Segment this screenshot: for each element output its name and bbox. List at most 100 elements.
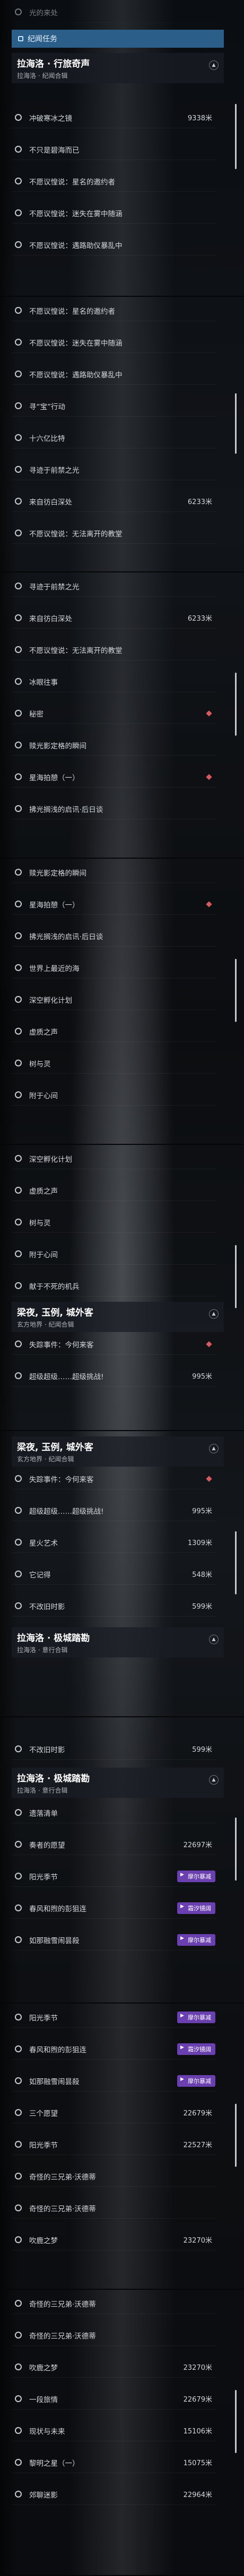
quest-group-header[interactable]: 拉海洛 · 行旅奇声 拉海洛 · 纪闻合辑 ▲ bbox=[12, 53, 224, 83]
quest-panel: 梁夜, 玉例, 城外客 玄方地界 · 纪闻合辑 ▲ 深空孵化计划 虚质之声树与灵附于心间… bbox=[0, 1145, 244, 1431]
quest-item[interactable]: 不愿议惶说：无法离开的教堂 bbox=[12, 639, 216, 660]
category-header-main-quest[interactable]: 纪闻任务 bbox=[12, 30, 224, 48]
quest-item[interactable]: 奇怪的三兄弟·沃德蒂 bbox=[12, 2198, 216, 2219]
quest-item[interactable]: 十六亿比特 bbox=[12, 427, 216, 448]
quest-item[interactable]: 失踪事件：今何来客 bbox=[12, 1334, 216, 1355]
quest-item[interactable]: 不愿议惶说：遇路助仪暴乱中 bbox=[12, 364, 216, 385]
quest-item[interactable]: 光的来处 bbox=[12, 2, 216, 23]
quest-item[interactable]: 深空孵化计划 bbox=[12, 1148, 216, 1169]
quest-item[interactable]: 超级超级……超级挑战! 995米 bbox=[12, 1500, 216, 1521]
quest-title: 不愿议惶说：无法离开的教堂 bbox=[29, 646, 123, 655]
quest-item[interactable]: 失踪事件：今何来客 bbox=[12, 1468, 216, 1489]
quest-item[interactable]: 寻迹于前禁之光 bbox=[12, 576, 216, 597]
quest-item[interactable]: 春风和煦的彭狙连 霜汐镜阔 bbox=[12, 1898, 216, 1919]
scrollbar-thumb[interactable] bbox=[235, 1818, 237, 1881]
quest-radio-icon bbox=[15, 583, 22, 589]
quest-item[interactable]: 不愿议惶说：星名的邀约者 bbox=[12, 171, 216, 192]
quest-item[interactable]: 奇怪的三兄弟·沃德蒂 bbox=[12, 2166, 216, 2187]
quest-item[interactable]: 寻“宝”行动 bbox=[12, 395, 216, 417]
quest-title: 阳光季节 bbox=[29, 2141, 58, 2150]
collapse-chevron-icon[interactable]: ▲ bbox=[209, 60, 219, 70]
collapse-chevron-icon[interactable]: ▲ bbox=[209, 1635, 219, 1644]
quest-radio-icon bbox=[15, 2332, 22, 2339]
quest-item[interactable]: 遗落清单 bbox=[12, 1802, 216, 1823]
quest-item[interactable]: 拂光搁浅的启讯·后日谈 bbox=[12, 798, 216, 819]
quest-item[interactable]: 春风和煦的彭狙连 霜汐镜阔 bbox=[12, 2039, 216, 2060]
quest-title: 寻迹于前禁之光 bbox=[29, 466, 80, 475]
quest-item[interactable]: 阳光季节 摩尔暴减 bbox=[12, 2007, 216, 2028]
quest-radio-icon bbox=[15, 805, 22, 812]
quest-item[interactable]: 星海拍憩（一） bbox=[12, 894, 216, 915]
quest-item[interactable]: 拂光搁浅的启讯·后日谈 bbox=[12, 925, 216, 947]
quest-item[interactable]: 阳光季节 22527米 bbox=[12, 2134, 216, 2155]
quest-item[interactable]: 来自彷白深处 6233米 bbox=[12, 491, 216, 512]
scrollbar-thumb[interactable] bbox=[235, 959, 237, 1022]
quest-item[interactable]: 深空孵化计划 bbox=[12, 989, 216, 1010]
quest-item[interactable]: 吹鹿之梦 23270米 bbox=[12, 2229, 216, 2251]
category-icon bbox=[18, 36, 23, 41]
scrollbar-thumb[interactable] bbox=[235, 2390, 237, 2453]
quest-item[interactable]: 不愿议惶说：迷失在雾中随涵 bbox=[12, 202, 216, 224]
quest-group-header[interactable]: 拉海洛 · 极城踏勘 拉海洛 · 意行合辑 ▲ bbox=[12, 1627, 224, 1657]
quest-item[interactable]: 赎光影定格的瞬间 bbox=[12, 862, 216, 883]
quest-item[interactable]: 冰眼往事 bbox=[12, 671, 216, 692]
quest-title: 附于心间 bbox=[29, 1250, 58, 1259]
quest-group-header[interactable]: 梁夜, 玉例, 城外客 玄方地界 · 纪闻合辑 ▲ bbox=[12, 1302, 224, 1332]
quest-item[interactable]: 树与灵 bbox=[12, 1053, 216, 1074]
quest-title: 失踪事件：今何来客 bbox=[29, 1475, 94, 1484]
quest-group-header[interactable]: 梁夜, 玉例, 城外客 玄方地界 · 纪闻合辑 ▲ bbox=[12, 1436, 224, 1467]
quest-item[interactable]: 不愿议惶说：无法离开的教堂 bbox=[12, 523, 216, 544]
quest-item[interactable]: 虚质之声 bbox=[12, 1021, 216, 1042]
quest-distance: 6233米 bbox=[187, 615, 212, 623]
quest-item[interactable]: 来自彷白深处 6233米 bbox=[12, 607, 216, 629]
quest-item[interactable]: 世界上最近的海 bbox=[12, 957, 216, 978]
quest-item[interactable]: 虚质之声 bbox=[12, 1180, 216, 1201]
quest-item[interactable]: 如那融雪闹昙殺 摩尔暴减 bbox=[12, 2070, 216, 2092]
collapse-chevron-icon[interactable]: ▲ bbox=[209, 1775, 219, 1785]
quest-item[interactable]: 献于不死的机兵 bbox=[12, 1275, 216, 1296]
scrollbar-thumb[interactable] bbox=[235, 1245, 237, 1308]
quest-title: 吹鹿之梦 bbox=[29, 2236, 58, 2245]
scrollbar-thumb[interactable] bbox=[235, 393, 237, 454]
scrollbar-thumb[interactable] bbox=[235, 2104, 237, 2167]
quest-distance: 22964米 bbox=[183, 2491, 212, 2499]
quest-item[interactable]: 郊聊迷影 22964米 bbox=[12, 2484, 216, 2505]
quest-title: 寻“宝”行动 bbox=[29, 402, 65, 411]
quest-item[interactable]: 超级超级……超级挑战! 995米 bbox=[12, 1365, 216, 1387]
quest-item[interactable]: 附于心间 bbox=[12, 1243, 216, 1265]
quest-item[interactable]: 三个愿望 22679米 bbox=[12, 2102, 216, 2123]
quest-item[interactable]: 星海拍憩（一） bbox=[12, 766, 216, 788]
scrollbar-thumb[interactable] bbox=[235, 673, 237, 736]
quest-item[interactable]: 它记得 548米 bbox=[12, 1564, 216, 1585]
quest-radio-icon bbox=[15, 2459, 22, 2466]
quest-item[interactable]: 一段旅情 22679米 bbox=[12, 2388, 216, 2410]
quest-radio-icon bbox=[15, 2363, 22, 2370]
quest-item[interactable]: 黎明之星（一） 15075米 bbox=[12, 2452, 216, 2473]
collapse-chevron-icon[interactable]: ▲ bbox=[209, 1309, 219, 1319]
quest-radio-icon bbox=[15, 1507, 22, 1514]
quest-item[interactable]: 奏者的愿望 22697米 bbox=[12, 1834, 216, 1855]
quest-item[interactable]: 现状与未来 15106米 bbox=[12, 2420, 216, 2441]
quest-item[interactable]: 不改旧时影 599米 bbox=[12, 1595, 216, 1617]
quest-item[interactable]: 星火艺术 1309米 bbox=[12, 1532, 216, 1553]
quest-item[interactable]: 吹鹿之梦 23270米 bbox=[12, 2357, 216, 2378]
quest-item[interactable]: 寻迹于前禁之光 bbox=[12, 459, 216, 480]
quest-group-header[interactable]: 拉海洛 · 极城踏勘 拉海洛 · 意行合辑 ▲ bbox=[12, 1768, 224, 1798]
quest-item[interactable]: 树与灵 bbox=[12, 1212, 216, 1233]
quest-item[interactable]: 奇怪的三兄弟·沃德蒂 bbox=[12, 2293, 216, 2314]
quest-item[interactable]: 不改旧时影 599米 bbox=[12, 1739, 216, 1760]
scrollbar-thumb[interactable] bbox=[235, 104, 237, 169]
quest-item[interactable]: 阳光季节 摩尔暴减 bbox=[12, 1866, 216, 1887]
quest-item[interactable]: 不愿议惶说：星名的邀约者 bbox=[12, 300, 216, 321]
quest-item[interactable]: 不愿议惶说：迷失在雾中随涵 bbox=[12, 332, 216, 353]
scrollbar-thumb[interactable] bbox=[235, 1531, 237, 1594]
quest-item[interactable]: 秘密 bbox=[12, 703, 216, 724]
quest-item[interactable]: 赎光影定格的瞬间 bbox=[12, 735, 216, 756]
collapse-chevron-icon[interactable]: ▲ bbox=[209, 1444, 219, 1453]
quest-item[interactable]: 冲破寒冰之镜 9338米 bbox=[12, 107, 216, 128]
quest-item[interactable]: 不只是碧海而已 bbox=[12, 139, 216, 160]
quest-item[interactable]: 不愿议惶说：遇路助仪暴乱中 bbox=[12, 234, 216, 255]
quest-item[interactable]: 奇怪的三兄弟·沃德蒂 bbox=[12, 2325, 216, 2346]
quest-item[interactable]: 如那融雪闹昙殺 摩尔暴减 bbox=[12, 1929, 216, 1951]
quest-item[interactable]: 附于心间 bbox=[12, 1084, 216, 1106]
